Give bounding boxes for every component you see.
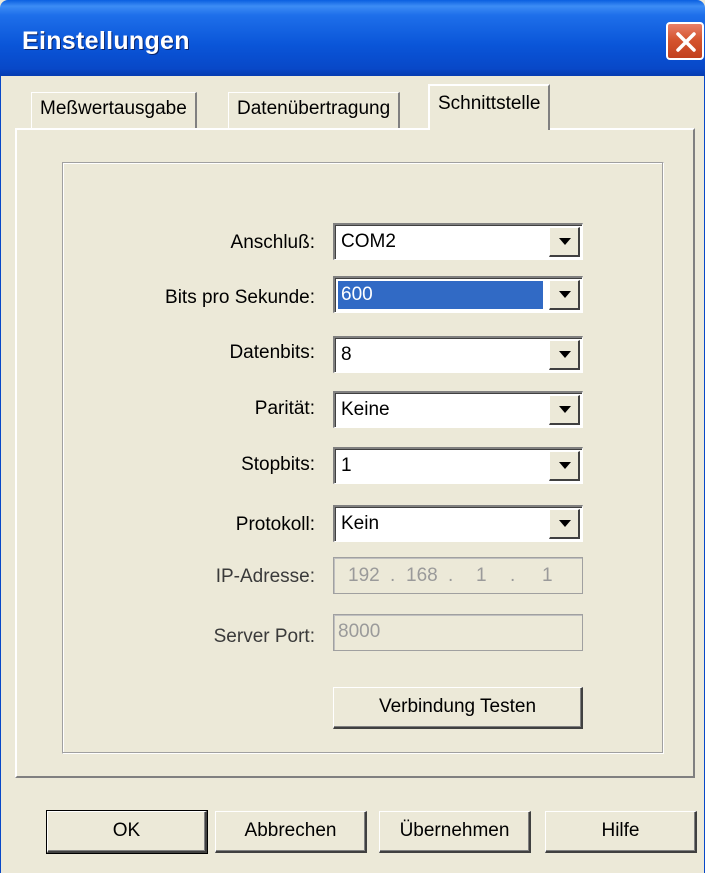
datenbits-select[interactable]: 8	[333, 336, 583, 373]
protokoll-select[interactable]: Kein	[333, 505, 583, 542]
dropdown-button[interactable]	[549, 227, 580, 257]
stopbits-select[interactable]: 1	[333, 447, 583, 484]
ip-octet-3: 1	[476, 565, 487, 586]
window-title: Einstellungen	[22, 27, 190, 55]
datenbits-value: 8	[341, 344, 352, 365]
paritaet-value: Keine	[341, 399, 390, 420]
dropdown-button[interactable]	[549, 280, 580, 310]
datenbits-label: Datenbits:	[229, 342, 315, 363]
bits-pro-sekunde-value: 600	[341, 284, 373, 305]
close-button[interactable]	[666, 22, 704, 60]
chevron-down-icon	[559, 462, 571, 469]
chevron-down-icon	[559, 238, 571, 245]
tab-messwertausgabe[interactable]: Meßwertausgabe	[31, 92, 197, 128]
chevron-down-icon	[559, 406, 571, 413]
chevron-down-icon	[559, 351, 571, 358]
anschluss-label: Anschluß:	[230, 232, 315, 253]
tab-datenuebertragung[interactable]: Datenübertragung	[228, 92, 401, 128]
help-button[interactable]: Hilfe	[545, 811, 697, 853]
dropdown-button[interactable]	[549, 340, 580, 370]
ip-address-field: 192 . 168 . 1 . 1	[333, 557, 583, 594]
protokoll-label: Protokoll:	[235, 514, 315, 535]
ip-octet-4: 1	[542, 565, 553, 586]
stopbits-label: Stopbits:	[241, 454, 315, 475]
anschluss-value: COM2	[341, 231, 396, 252]
bits-pro-sekunde-label: Bits pro Sekunde:	[165, 287, 315, 308]
ok-button[interactable]: OK	[46, 810, 208, 854]
anschluss-select[interactable]: COM2	[333, 223, 583, 260]
dropdown-button[interactable]	[549, 395, 580, 425]
tab-schnittstelle[interactable]: Schnittstelle	[428, 84, 551, 130]
ip-octet-1: 192	[348, 565, 380, 586]
server-port-label: Server Port:	[213, 626, 315, 647]
chevron-down-icon	[559, 291, 571, 298]
server-port-field: 8000	[333, 614, 583, 651]
ip-dot: .	[390, 565, 396, 586]
cancel-button[interactable]: Abbrechen	[215, 811, 367, 853]
ip-dot: .	[448, 565, 454, 586]
title-bar[interactable]: Einstellungen	[0, 0, 705, 76]
apply-button[interactable]: Übernehmen	[379, 811, 531, 853]
ip-dot: .	[510, 565, 516, 586]
paritaet-label: Parität:	[254, 398, 315, 419]
close-icon	[676, 32, 696, 52]
stopbits-value: 1	[341, 455, 352, 476]
protokoll-value: Kein	[341, 513, 380, 534]
chevron-down-icon	[559, 520, 571, 527]
dropdown-button[interactable]	[549, 509, 580, 539]
ip-octet-2: 168	[406, 565, 438, 586]
paritaet-select[interactable]: Keine	[333, 391, 583, 428]
server-port-value: 8000	[338, 621, 381, 642]
dropdown-button[interactable]	[549, 451, 580, 481]
verbindung-testen-button[interactable]: Verbindung Testen	[333, 687, 583, 729]
ip-adresse-label: IP-Adresse:	[215, 566, 315, 587]
bits-pro-sekunde-select[interactable]: 600	[333, 276, 583, 313]
